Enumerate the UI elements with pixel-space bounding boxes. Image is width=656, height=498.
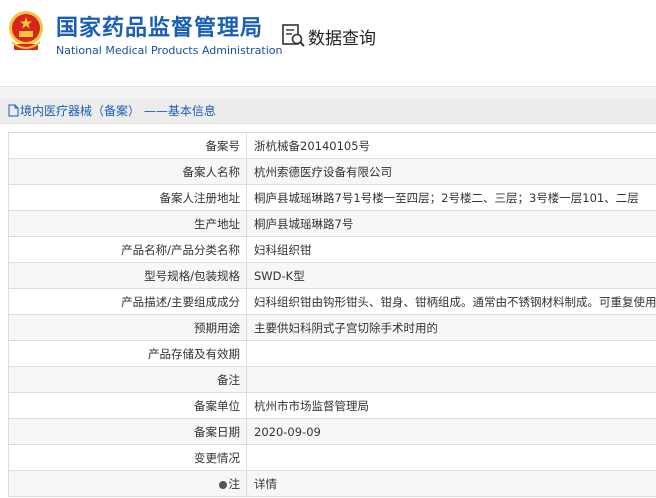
table-row: 备案人名称 杭州索德医疗设备有限公司: [8, 158, 656, 185]
field-label-text: 生产地址: [194, 216, 240, 231]
field-label-text: 备案日期: [194, 424, 240, 439]
table-row: 备案单位 杭州市市场监督管理局: [8, 392, 656, 419]
field-value: [246, 366, 656, 393]
field-value: SWD-K型: [246, 262, 656, 289]
table-row: 注详情: [8, 470, 656, 497]
field-label-text: 备案号: [205, 138, 241, 153]
field-label: 备案日期: [8, 418, 247, 445]
field-value: [246, 444, 656, 471]
header-divider-bar: [0, 86, 656, 98]
field-label: 型号规格/包装规格: [8, 262, 247, 289]
table-row: 变更情况: [8, 444, 656, 471]
table-row: 预期用途 主要供妇科阴式子宫切除手术时用的: [8, 314, 656, 341]
field-label: 变更情况: [8, 444, 247, 471]
field-value: 杭州索德医疗设备有限公司: [246, 158, 656, 185]
field-label-text: 备案单位: [194, 398, 240, 413]
field-label: 备注: [8, 366, 247, 393]
field-label: 备案单位: [8, 392, 247, 419]
field-label: 注: [8, 470, 247, 497]
record-detail-table: 备案号 浙杭械备20140105号 备案人名称 杭州索德医疗设备有限公司 备案人注册地址…: [8, 132, 656, 497]
field-value: 桐庐县城瑶琳路7号1号楼一至四层；2号楼二、三层；3号楼一层101、二层: [246, 184, 656, 211]
field-value: 妇科组织钳由钩形钳头、钳身、钳柄组成。通常由不锈钢材料制成。可重复使用: [246, 288, 656, 315]
table-row: 备案人注册地址 桐庐县城瑶琳路7号1号楼一至四层；2号楼二、三层；3号楼一层101…: [8, 184, 656, 211]
field-value: 妇科组织钳: [246, 236, 656, 263]
site-header: 国家药品监督管理局 National Medical Products Admi…: [0, 0, 656, 80]
field-label: 生产地址: [8, 210, 247, 237]
field-value: 主要供妇科阴式子宫切除手术时用的: [246, 314, 656, 341]
field-value: 2020-09-09: [246, 418, 656, 445]
table-row: 备注: [8, 366, 656, 393]
table-row: 生产地址 桐庐县城瑶琳路7号: [8, 210, 656, 237]
field-label-text: 预期用途: [194, 320, 240, 335]
field-label: 备案人注册地址: [8, 184, 247, 211]
field-value: 桐庐县城瑶琳路7号: [246, 210, 656, 237]
agency-title-cn: 国家药品监督管理局: [56, 16, 264, 41]
breadcrumb: 境内医疗器械（备案） ——基本信息: [0, 98, 656, 124]
document-icon: [8, 104, 19, 117]
field-label-text: 注: [228, 476, 241, 491]
agency-title-en: National Medical Products Administration: [56, 44, 283, 57]
field-label: 产品描述/主要组成成分: [8, 288, 247, 315]
field-value: 浙杭械备20140105号: [246, 132, 656, 159]
table-row: 产品描述/主要组成成分 妇科组织钳由钩形钳头、钳身、钳柄组成。通常由不锈钢材料制成…: [8, 288, 656, 315]
field-value: 杭州市市场监督管理局: [246, 392, 656, 419]
field-label: 备案人名称: [8, 158, 247, 185]
field-label: 预期用途: [8, 314, 247, 341]
data-query-title: 数据查询: [308, 29, 376, 49]
table-row: 产品存储及有效期: [8, 340, 656, 367]
table-row: 产品名称/产品分类名称 妇科组织钳: [8, 236, 656, 263]
field-label-text: 备注: [217, 372, 240, 387]
national-emblem-icon: [9, 11, 43, 50]
field-label: 产品名称/产品分类名称: [8, 236, 247, 263]
table-row: 型号规格/包装规格 SWD-K型: [8, 262, 656, 289]
field-label-text: 备案人名称: [182, 164, 241, 179]
field-label-text: 产品描述/主要组成成分: [121, 294, 240, 309]
field-value: [246, 340, 656, 367]
details-link[interactable]: 详情: [246, 470, 656, 497]
breadcrumb-text: 境内医疗器械（备案） ——基本信息: [20, 104, 216, 118]
field-label-text: 产品存储及有效期: [148, 346, 240, 361]
field-label-text: 型号规格/包装规格: [144, 268, 240, 283]
field-label-text: 产品名称/产品分类名称: [121, 242, 240, 257]
field-label-text: 变更情况: [194, 450, 240, 465]
document-search-icon: [282, 24, 305, 47]
pin-icon: [218, 480, 227, 489]
field-label-text: 备案人注册地址: [159, 190, 241, 205]
table-row: 备案号 浙杭械备20140105号: [8, 132, 656, 159]
table-row: 备案日期 2020-09-09: [8, 418, 656, 445]
field-label: 产品存储及有效期: [8, 340, 247, 367]
field-label: 备案号: [8, 132, 247, 159]
